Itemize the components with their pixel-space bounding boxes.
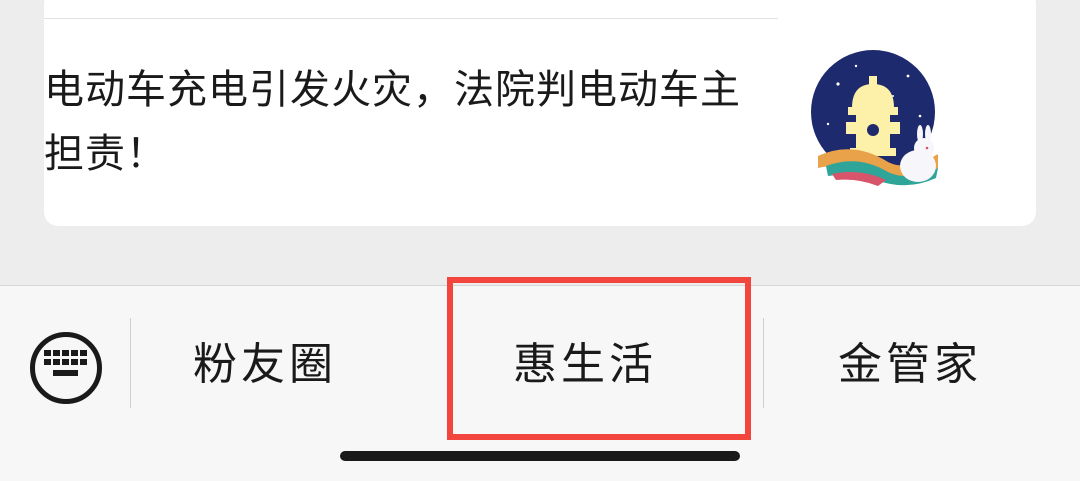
menu-item-huishenghuo[interactable]: 惠生活 (455, 320, 715, 410)
card-divider (44, 18, 778, 19)
fire-hydrant-moon-icon[interactable] (798, 44, 948, 194)
menu-separator (763, 318, 764, 408)
keyboard-icon[interactable] (30, 332, 102, 404)
home-indicator[interactable] (340, 451, 740, 461)
article-title[interactable]: 电动车充电引发火灾，法院判电动车主担责！ (44, 58, 774, 186)
menu-item-fenyouquan[interactable]: 粉友圈 (135, 320, 395, 410)
menu-item-jinguanjia[interactable]: 金管家 (780, 320, 1040, 410)
menu-separator (130, 318, 131, 408)
